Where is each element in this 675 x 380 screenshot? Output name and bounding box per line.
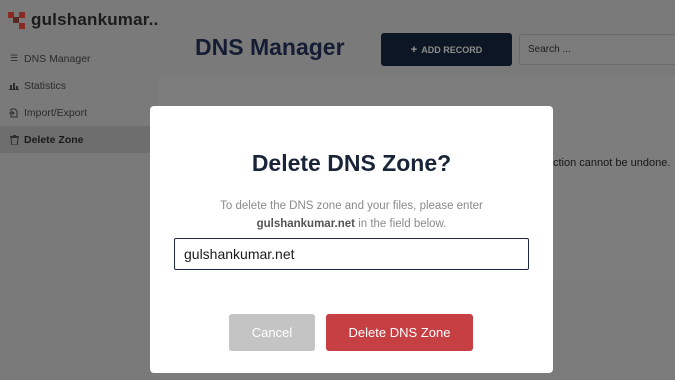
sidebar-item-label: Import/Export (24, 106, 88, 119)
sidebar-item-statistics[interactable]: Statistics (0, 72, 158, 99)
delete-warning-text: ction cannot be undone. (553, 157, 671, 169)
delete-zone-modal: Delete DNS Zone? To delete the DNS zone … (150, 106, 553, 373)
brand-name: gulshankumar.... (31, 10, 169, 29)
brand[interactable]: gulshankumar.... (8, 9, 168, 31)
zone-confirmation-input[interactable] (174, 238, 529, 270)
page-title: DNS Manager (195, 34, 345, 60)
sidebar-nav: ☰ DNS Manager Statistics Import/Export D… (0, 45, 158, 153)
modal-description: To delete the DNS zone and your files, p… (170, 197, 533, 233)
sidebar-item-label: DNS Manager (24, 52, 91, 65)
list-icon: ☰ (9, 53, 19, 63)
zone-name: gulshankumar.net (256, 218, 355, 230)
modal-title: Delete DNS Zone? (251, 150, 452, 176)
add-record-button[interactable]: + ADD RECORD (381, 33, 512, 66)
plus-icon: + (410, 43, 418, 56)
sidebar-item-label: Statistics (24, 79, 67, 92)
import-export-icon (9, 108, 19, 118)
top-bar: DNS Manager + ADD RECORD (158, 0, 675, 76)
sidebar-item-label: Delete Zone (24, 133, 84, 146)
modal-description-line: To delete the DNS zone and your files, p… (220, 200, 483, 212)
trash-icon (9, 134, 19, 145)
chart-icon (9, 81, 19, 91)
add-record-label: ADD RECORD (421, 44, 483, 55)
sidebar-item-dns-manager[interactable]: ☰ DNS Manager (0, 45, 158, 72)
modal-description-suffix: in the field below. (355, 218, 447, 230)
search-input[interactable] (519, 34, 675, 65)
delete-dns-zone-button[interactable]: Delete DNS Zone (326, 314, 473, 351)
cancel-button[interactable]: Cancel (229, 314, 315, 351)
brand-logo-icon (8, 11, 25, 29)
sidebar-item-import-export[interactable]: Import/Export (0, 99, 158, 126)
sidebar-item-delete-zone[interactable]: Delete Zone (0, 126, 158, 153)
sidebar: gulshankumar.... ☰ DNS Manager Statistic… (0, 0, 168, 380)
